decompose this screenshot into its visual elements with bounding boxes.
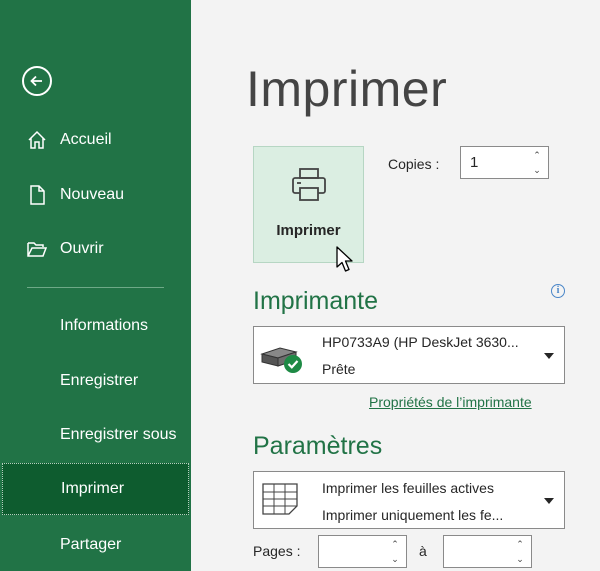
- sidebar-item-partager[interactable]: Partager: [0, 525, 191, 565]
- sidebar-item-nouveau[interactable]: Nouveau: [0, 175, 191, 215]
- sidebar-item-label: Enregistrer: [60, 372, 139, 389]
- sidebar-item-enregistrer-sous[interactable]: Enregistrer sous: [0, 415, 191, 455]
- pages-separator: à: [419, 543, 427, 559]
- sidebar-item-accueil[interactable]: Accueil: [0, 120, 191, 160]
- sidebar-item-label: Informations: [60, 317, 149, 334]
- sidebar-item-label: Ouvrir: [60, 240, 104, 257]
- spin-down-icon[interactable]: ⌄: [515, 554, 525, 564]
- chevron-down-icon: [544, 498, 554, 504]
- print-scope-dropdown[interactable]: Imprimer les feuilles actives Imprimer u…: [253, 471, 565, 529]
- copies-stepper[interactable]: 1 ⌃ ⌄: [460, 146, 549, 179]
- spin-up-icon[interactable]: ⌃: [515, 539, 525, 549]
- sidebar-item-label: Nouveau: [60, 186, 125, 203]
- printer-status: Prête: [322, 361, 356, 377]
- home-icon: [28, 130, 46, 149]
- copies-label: Copies :: [388, 156, 440, 172]
- printer-dropdown[interactable]: HP0733A9 (HP DeskJet 3630... Prête: [253, 326, 565, 384]
- spin-up-icon[interactable]: ⌃: [390, 539, 400, 549]
- printer-icon: [292, 168, 326, 201]
- copies-value: 1: [470, 154, 479, 171]
- back-button[interactable]: [22, 66, 52, 96]
- sidebar-item-label: Accueil: [60, 131, 112, 148]
- sidebar-item-label: Enregistrer sous: [60, 426, 177, 443]
- print-scope-line2: Imprimer uniquement les fe...: [322, 507, 504, 523]
- folder-open-icon: [27, 242, 48, 257]
- printer-name: HP0733A9 (HP DeskJet 3630...: [322, 334, 519, 350]
- printer-properties-link[interactable]: Propriétés de l’imprimante: [369, 394, 532, 410]
- backstage-sidebar: Accueil Nouveau Ouvrir Informations Enre…: [0, 0, 191, 571]
- print-scope-line1: Imprimer les feuilles actives: [322, 480, 494, 496]
- new-file-icon: [30, 185, 45, 205]
- sidebar-item-imprimer[interactable]: Imprimer: [2, 463, 189, 515]
- pages-label: Pages :: [253, 543, 301, 559]
- settings-section-title: Paramètres: [253, 432, 383, 460]
- sheet-grid-icon: [262, 483, 298, 515]
- sidebar-divider: [27, 287, 164, 288]
- sidebar-item-label: Imprimer: [61, 480, 125, 497]
- sidebar-item-ouvrir[interactable]: Ouvrir: [0, 229, 191, 269]
- spin-down-icon[interactable]: ⌄: [532, 165, 542, 175]
- mouse-cursor-icon: [336, 246, 353, 272]
- sidebar-item-label: Partager: [60, 536, 122, 553]
- pages-to-input[interactable]: ⌃ ⌄: [443, 535, 532, 568]
- page-title: Imprimer: [246, 61, 448, 117]
- pages-from-input[interactable]: ⌃ ⌄: [318, 535, 407, 568]
- printer-status-icon: [260, 347, 302, 373]
- sidebar-item-informations[interactable]: Informations: [0, 306, 191, 346]
- chevron-down-icon: [544, 353, 554, 359]
- spin-up-icon[interactable]: ⌃: [532, 150, 542, 160]
- info-icon[interactable]: i: [551, 284, 565, 298]
- spin-down-icon[interactable]: ⌄: [390, 554, 400, 564]
- printer-section-title: Imprimante: [253, 287, 379, 315]
- arrow-left-circle-icon: [30, 75, 42, 87]
- print-button-label: Imprimer: [276, 222, 341, 239]
- sidebar-item-enregistrer[interactable]: Enregistrer: [0, 361, 191, 401]
